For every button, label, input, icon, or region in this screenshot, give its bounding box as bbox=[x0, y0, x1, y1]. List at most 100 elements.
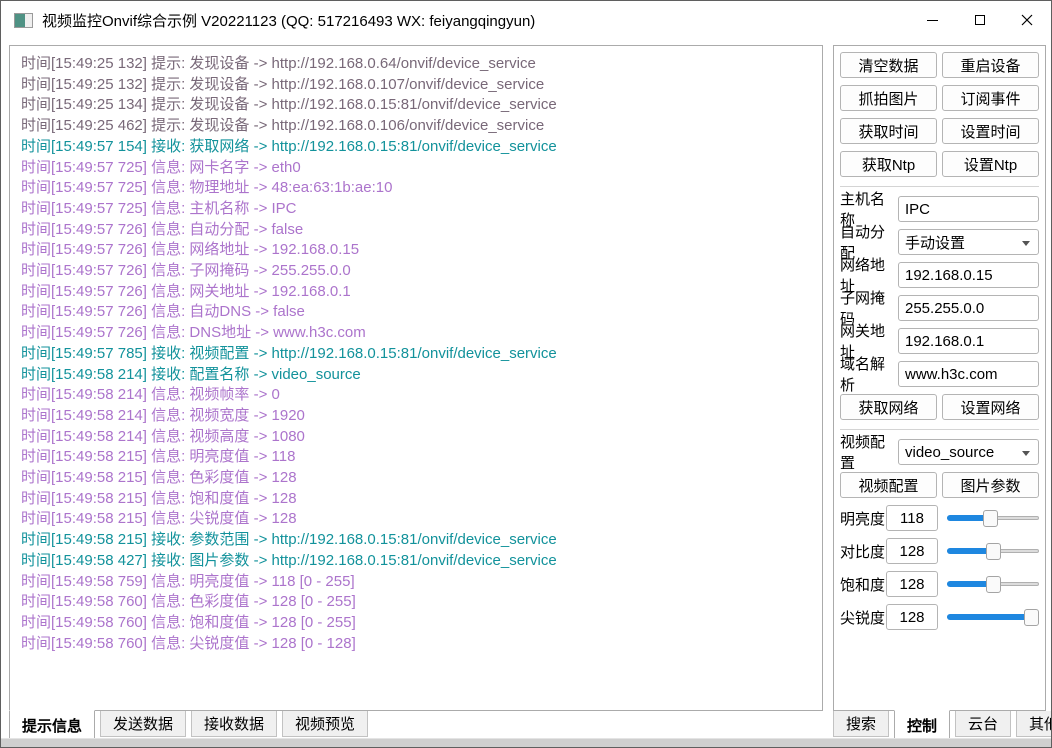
video-buttons: 视频配置图片参数 bbox=[840, 472, 1039, 498]
subnet-mask-field[interactable]: 255.255.0.0 bbox=[898, 295, 1039, 321]
log-line: 时间[15:49:58 759] 信息: 明亮度值 -> 118 [0 - 25… bbox=[21, 572, 811, 593]
app-icon bbox=[14, 13, 33, 28]
slider-handle[interactable] bbox=[986, 576, 1001, 593]
log-line: 时间[15:49:25 462] 提示: 发现设备 -> http://192.… bbox=[21, 116, 811, 137]
video-config-select-row: 视频配置video_source bbox=[840, 439, 1039, 465]
network-address-field-value: 192.168.0.15 bbox=[905, 267, 993, 284]
titlebar: 视频监控Onvif综合示例 V20221123 (QQ: 517216493 W… bbox=[1, 1, 1051, 39]
sharpness-row: 尖锐度128 bbox=[840, 604, 1039, 630]
tab-tip-info[interactable]: 提示信息 bbox=[9, 710, 95, 740]
log-line: 时间[15:49:57 726] 信息: 自动分配 -> false bbox=[21, 220, 811, 241]
close-button[interactable] bbox=[1003, 2, 1050, 38]
contrast-label: 对比度 bbox=[840, 541, 886, 562]
get-ntp-button[interactable]: 获取Ntp bbox=[840, 151, 937, 177]
log-line: 时间[15:49:57 725] 信息: 网卡名字 -> eth0 bbox=[21, 158, 811, 179]
log-list: 时间[15:49:25 132] 提示: 发现设备 -> http://192.… bbox=[21, 54, 811, 654]
network-address-field-row: 网络地址192.168.0.15 bbox=[840, 262, 1039, 288]
left-tabbar: 提示信息发送数据接收数据视频预览 bbox=[9, 711, 373, 740]
dns-address-field-value: www.h3c.com bbox=[905, 366, 998, 383]
dns-address-field-label: 域名解析 bbox=[840, 353, 898, 395]
slider-fill bbox=[947, 614, 1032, 620]
set-time-button[interactable]: 设置时间 bbox=[942, 118, 1039, 144]
log-line: 时间[15:49:58 427] 接收: 图片参数 -> http://192.… bbox=[21, 551, 811, 572]
get-network-button[interactable]: 获取网络 bbox=[840, 394, 937, 420]
maximize-icon bbox=[975, 15, 985, 25]
bottom-strip bbox=[1, 738, 1051, 747]
contrast-slider[interactable] bbox=[947, 543, 1039, 560]
control-pane: 清空数据重启设备抓拍图片订阅事件获取时间设置时间获取Ntp设置Ntp 主机名称I… bbox=[833, 45, 1046, 711]
auto-assign-select[interactable]: 手动设置 bbox=[898, 229, 1039, 255]
log-line: 时间[15:49:58 214] 信息: 视频高度 -> 1080 bbox=[21, 427, 811, 448]
contrast-value-box[interactable]: 128 bbox=[886, 538, 938, 564]
log-line: 时间[15:49:57 726] 信息: 自动DNS -> false bbox=[21, 302, 811, 323]
sharpness-value-box[interactable]: 128 bbox=[886, 604, 938, 630]
brightness-label: 明亮度 bbox=[840, 508, 886, 529]
log-line: 时间[15:49:25 132] 提示: 发现设备 -> http://192.… bbox=[21, 54, 811, 75]
saturation-slider[interactable] bbox=[947, 576, 1039, 593]
tab-control[interactable]: 控制 bbox=[894, 710, 950, 740]
log-line: 时间[15:49:57 725] 信息: 主机名称 -> IPC bbox=[21, 199, 811, 220]
log-line: 时间[15:49:57 726] 信息: 网络地址 -> 192.168.0.1… bbox=[21, 240, 811, 261]
saturation-row: 饱和度128 bbox=[840, 571, 1039, 597]
tab-other[interactable]: 其他 bbox=[1016, 711, 1052, 737]
log-line: 时间[15:49:58 215] 信息: 尖锐度值 -> 128 bbox=[21, 509, 811, 530]
set-network-button[interactable]: 设置网络 bbox=[942, 394, 1039, 420]
separator bbox=[840, 186, 1039, 187]
reboot-device-button[interactable]: 重启设备 bbox=[942, 52, 1039, 78]
log-pane[interactable]: 时间[15:49:25 132] 提示: 发现设备 -> http://192.… bbox=[9, 45, 823, 711]
log-line: 时间[15:49:58 760] 信息: 饱和度值 -> 128 [0 - 25… bbox=[21, 613, 811, 634]
window-title: 视频监控Onvif综合示例 V20221123 (QQ: 517216493 W… bbox=[42, 10, 535, 31]
clear-data-button[interactable]: 清空数据 bbox=[840, 52, 937, 78]
log-line: 时间[15:49:25 132] 提示: 发现设备 -> http://192.… bbox=[21, 75, 811, 96]
log-line: 时间[15:49:58 215] 信息: 饱和度值 -> 128 bbox=[21, 489, 811, 510]
subscribe-events-button[interactable]: 订阅事件 bbox=[942, 85, 1039, 111]
log-line: 时间[15:49:57 725] 信息: 物理地址 -> 48:ea:63:1b… bbox=[21, 178, 811, 199]
snapshot-button[interactable]: 抓拍图片 bbox=[840, 85, 937, 111]
sharpness-slider[interactable] bbox=[947, 609, 1039, 626]
saturation-value-box[interactable]: 128 bbox=[886, 571, 938, 597]
gateway-address-field-value: 192.168.0.1 bbox=[905, 333, 984, 350]
image-params-button[interactable]: 图片参数 bbox=[942, 472, 1039, 498]
slider-handle[interactable] bbox=[983, 510, 998, 527]
log-line: 时间[15:49:57 154] 接收: 获取网络 -> http://192.… bbox=[21, 137, 811, 158]
video-config-select[interactable]: video_source bbox=[898, 439, 1039, 465]
video-config-select-value: video_source bbox=[905, 444, 994, 461]
brightness-slider[interactable] bbox=[947, 510, 1039, 527]
log-line: 时间[15:49:58 214] 信息: 视频帧率 -> 0 bbox=[21, 385, 811, 406]
host-name-field-value: IPC bbox=[905, 201, 930, 218]
log-line: 时间[15:49:57 726] 信息: 子网掩码 -> 255.255.0.0 bbox=[21, 261, 811, 282]
log-line: 时间[15:49:58 214] 接收: 配置名称 -> video_sourc… bbox=[21, 365, 811, 386]
window-controls bbox=[909, 2, 1050, 38]
auto-assign-select-value: 手动设置 bbox=[905, 232, 965, 253]
minimize-button[interactable] bbox=[909, 2, 956, 38]
chevron-down-icon bbox=[1022, 451, 1030, 456]
contrast-row: 对比度128 bbox=[840, 538, 1039, 564]
slider-handle[interactable] bbox=[1024, 609, 1039, 626]
log-line: 时间[15:49:58 215] 信息: 明亮度值 -> 118 bbox=[21, 447, 811, 468]
tab-recv-data[interactable]: 接收数据 bbox=[191, 711, 277, 737]
video-config-select-label: 视频配置 bbox=[840, 431, 898, 473]
brightness-value-box[interactable]: 118 bbox=[886, 505, 938, 531]
slider-handle[interactable] bbox=[986, 543, 1001, 560]
slider-rows: 明亮度118对比度128饱和度128尖锐度128 bbox=[840, 505, 1039, 630]
host-name-field-row: 主机名称IPC bbox=[840, 196, 1039, 222]
set-ntp-button[interactable]: 设置Ntp bbox=[942, 151, 1039, 177]
log-line: 时间[15:49:57 726] 信息: 网关地址 -> 192.168.0.1 bbox=[21, 282, 811, 303]
get-time-button[interactable]: 获取时间 bbox=[840, 118, 937, 144]
tab-send-data[interactable]: 发送数据 bbox=[100, 711, 186, 737]
tab-video-preview[interactable]: 视频预览 bbox=[282, 711, 368, 737]
app-window: 视频监控Onvif综合示例 V20221123 (QQ: 517216493 W… bbox=[0, 0, 1052, 748]
host-name-field[interactable]: IPC bbox=[898, 196, 1039, 222]
subnet-mask-field-value: 255.255.0.0 bbox=[905, 300, 984, 317]
maximize-button[interactable] bbox=[956, 2, 1003, 38]
tab-search[interactable]: 搜索 bbox=[833, 711, 889, 737]
log-line: 时间[15:49:58 214] 信息: 视频宽度 -> 1920 bbox=[21, 406, 811, 427]
log-line: 时间[15:49:25 134] 提示: 发现设备 -> http://192.… bbox=[21, 95, 811, 116]
dns-address-field[interactable]: www.h3c.com bbox=[898, 361, 1039, 387]
tab-ptz[interactable]: 云台 bbox=[955, 711, 1011, 737]
video-config-row: 视频配置video_source bbox=[840, 439, 1039, 465]
gateway-address-field[interactable]: 192.168.0.1 bbox=[898, 328, 1039, 354]
network-address-field[interactable]: 192.168.0.15 bbox=[898, 262, 1039, 288]
subnet-mask-field-row: 子网掩码255.255.0.0 bbox=[840, 295, 1039, 321]
video-config-button[interactable]: 视频配置 bbox=[840, 472, 937, 498]
